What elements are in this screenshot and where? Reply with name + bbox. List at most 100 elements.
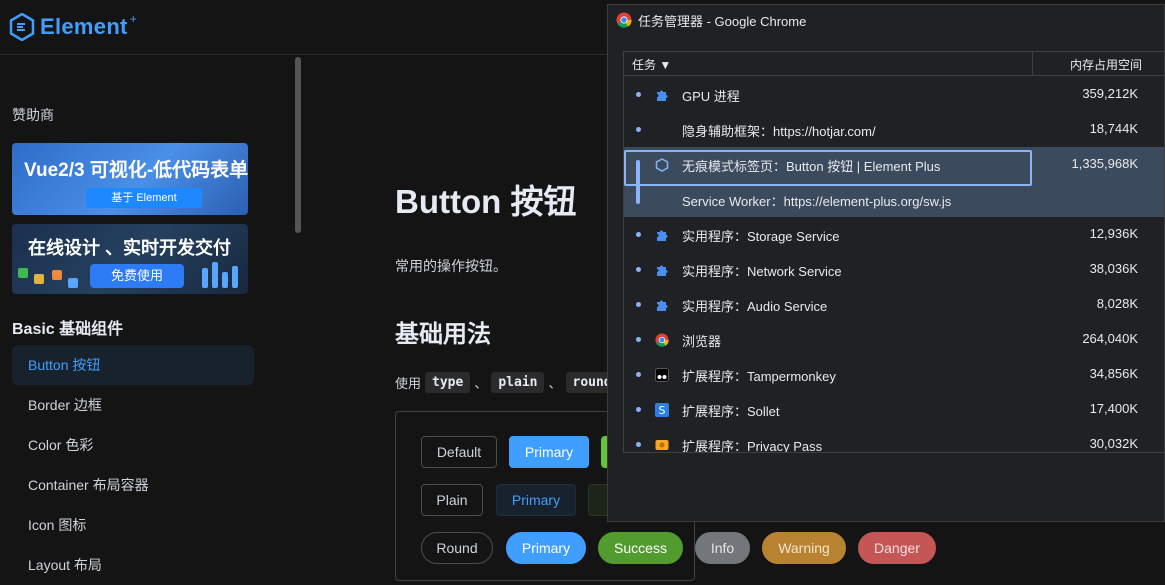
sidebar-item-color[interactable]: Color 色彩: [12, 425, 254, 465]
banner-button[interactable]: 免费使用: [90, 264, 184, 288]
chrome-icon: [616, 12, 632, 28]
usage-prefix: 使用: [395, 376, 422, 391]
svg-text:S: S: [658, 404, 665, 417]
table-row[interactable]: S 扩展程序：Sollet 17,400K: [624, 392, 1164, 427]
sollet-icon: S: [654, 402, 669, 417]
table-row[interactable]: 浏览器 264,040K: [624, 322, 1164, 357]
column-divider[interactable]: [1032, 52, 1033, 76]
usage-separator: 、: [548, 376, 562, 391]
table-row[interactable]: 实用程序：Network Service 38,036K: [624, 252, 1164, 287]
selection-focus-border: [624, 150, 1032, 186]
decor-icon: [52, 270, 62, 280]
process-name: 扩展程序：Privacy Pass: [682, 439, 823, 453]
plain-default-button[interactable]: Plain: [421, 484, 483, 516]
process-name: 扩展程序：Sollet: [682, 404, 780, 419]
sidebar-item-border[interactable]: Border 边框: [12, 385, 254, 425]
row-bullet: [636, 232, 641, 237]
round-warning-button[interactable]: Warning: [762, 532, 846, 564]
process-name: 隐身辅助框架：https://hotjar.com/: [682, 124, 876, 139]
sidebar-item-container[interactable]: Container 布局容器: [12, 465, 254, 505]
row-bullet: [636, 442, 641, 447]
sponsor-banner-form[interactable]: Vue2/3 可视化-低代码表单 基于 Element: [12, 143, 248, 215]
usage-separator: 、: [474, 376, 488, 391]
puzzle-icon: [654, 227, 669, 242]
puzzle-icon: [654, 297, 669, 312]
process-memory: 30,032K: [1089, 436, 1138, 451]
usage-text: 使用 type 、 plain 、 round: [395, 372, 619, 393]
sidebar-scrollbar[interactable]: [295, 57, 301, 233]
decor-icon: [202, 268, 208, 288]
row-bullet: [636, 92, 641, 97]
sponsor-banner-design[interactable]: 在线设计 、实时开发交付 免费使用: [12, 224, 248, 294]
round-default-button[interactable]: Round: [421, 532, 493, 564]
privacy-pass-icon: [654, 437, 669, 452]
logo-plus: +: [129, 12, 137, 26]
round-primary-button[interactable]: Primary: [506, 532, 586, 564]
code-type: type: [425, 372, 471, 393]
row-bullet: [636, 337, 641, 342]
selection-group-bar: [636, 160, 640, 204]
column-header-memory[interactable]: 内存占用空间: [1070, 56, 1142, 73]
plain-primary-button[interactable]: Primary: [496, 484, 576, 516]
section-heading: 基础用法: [395, 321, 491, 348]
row-bullet: [636, 127, 641, 132]
decor-icon: [212, 262, 218, 288]
process-name: 实用程序：Audio Service: [682, 299, 828, 314]
process-memory: 34,856K: [1089, 366, 1138, 381]
round-info-button[interactable]: Info: [695, 532, 750, 564]
puzzle-icon: [654, 262, 669, 277]
element-logo-icon: [9, 13, 35, 41]
banner-title: 在线设计 、实时开发交付: [28, 238, 231, 258]
decor-icon: [222, 272, 228, 288]
task-manager-window[interactable]: 任务管理器 - Google Chrome 任务 ▼ 内存占用空间 GPU 进程…: [607, 4, 1165, 522]
row-bullet: [636, 267, 641, 272]
decor-icon: [232, 266, 238, 288]
sidebar-item-layout[interactable]: Layout 布局: [12, 545, 254, 585]
sponsor-label: 赞助商: [12, 107, 54, 123]
process-name: GPU 进程: [682, 89, 740, 104]
process-memory: 18,744K: [1089, 121, 1138, 136]
table-header: 任务 ▼ 内存占用空间: [624, 52, 1164, 76]
decor-icon: [68, 278, 78, 288]
process-memory: 8,028K: [1096, 296, 1138, 311]
process-memory: 1,335,968K: [1071, 156, 1138, 171]
table-row[interactable]: 实用程序：Storage Service 12,936K: [624, 217, 1164, 252]
decor-icon: [18, 268, 28, 278]
row-bullet: [636, 302, 641, 307]
logo-text: Element: [40, 14, 128, 39]
element-logo[interactable]: Element +: [9, 12, 140, 41]
chrome-icon: [654, 332, 669, 347]
row-bullet: [636, 372, 641, 377]
table-row[interactable]: GPU 进程 359,212K: [624, 77, 1164, 112]
tampermonkey-icon: [654, 367, 669, 382]
process-memory: 359,212K: [1082, 86, 1138, 101]
table-row-selected[interactable]: Service Worker：https://element-plus.org/…: [624, 182, 1164, 217]
process-table[interactable]: 任务 ▼ 内存占用空间 GPU 进程 359,212K 隐身辅助框架：https…: [623, 51, 1165, 453]
round-danger-button[interactable]: Danger: [858, 532, 936, 564]
page-description: 常用的操作按钮。: [395, 258, 507, 274]
banner-title: Vue2/3 可视化-低代码表单: [24, 160, 248, 181]
sidebar-item-icon[interactable]: Icon 图标: [12, 505, 254, 545]
page-title: Button 按钮: [395, 183, 577, 220]
round-success-button[interactable]: Success: [598, 532, 683, 564]
process-memory: 12,936K: [1089, 226, 1138, 241]
table-row[interactable]: 扩展程序：Privacy Pass 30,032K: [624, 427, 1164, 453]
sidebar-section-title: Basic 基础组件: [12, 321, 124, 338]
table-row[interactable]: 隐身辅助框架：https://hotjar.com/ 18,744K: [624, 112, 1164, 147]
table-row[interactable]: 扩展程序：Tampermonkey 34,856K: [624, 357, 1164, 392]
column-header-task[interactable]: 任务 ▼: [632, 56, 671, 73]
decor-icon: [34, 274, 44, 284]
table-row[interactable]: 实用程序：Audio Service 8,028K: [624, 287, 1164, 322]
process-name: Service Worker：https://element-plus.org/…: [682, 194, 952, 209]
process-name: 浏览器: [682, 334, 722, 349]
window-titlebar[interactable]: 任务管理器 - Google Chrome: [608, 5, 1164, 35]
primary-button[interactable]: Primary: [509, 436, 589, 468]
banner-button[interactable]: 基于 Element: [86, 188, 202, 208]
sidebar-item-button[interactable]: Button 按钮: [12, 345, 254, 385]
default-button[interactable]: Default: [421, 436, 497, 468]
row-bullet: [636, 407, 641, 412]
process-memory: 38,036K: [1089, 261, 1138, 276]
process-name: 扩展程序：Tampermonkey: [682, 369, 836, 384]
process-name: 实用程序：Storage Service: [682, 229, 840, 244]
process-memory: 264,040K: [1082, 331, 1138, 346]
